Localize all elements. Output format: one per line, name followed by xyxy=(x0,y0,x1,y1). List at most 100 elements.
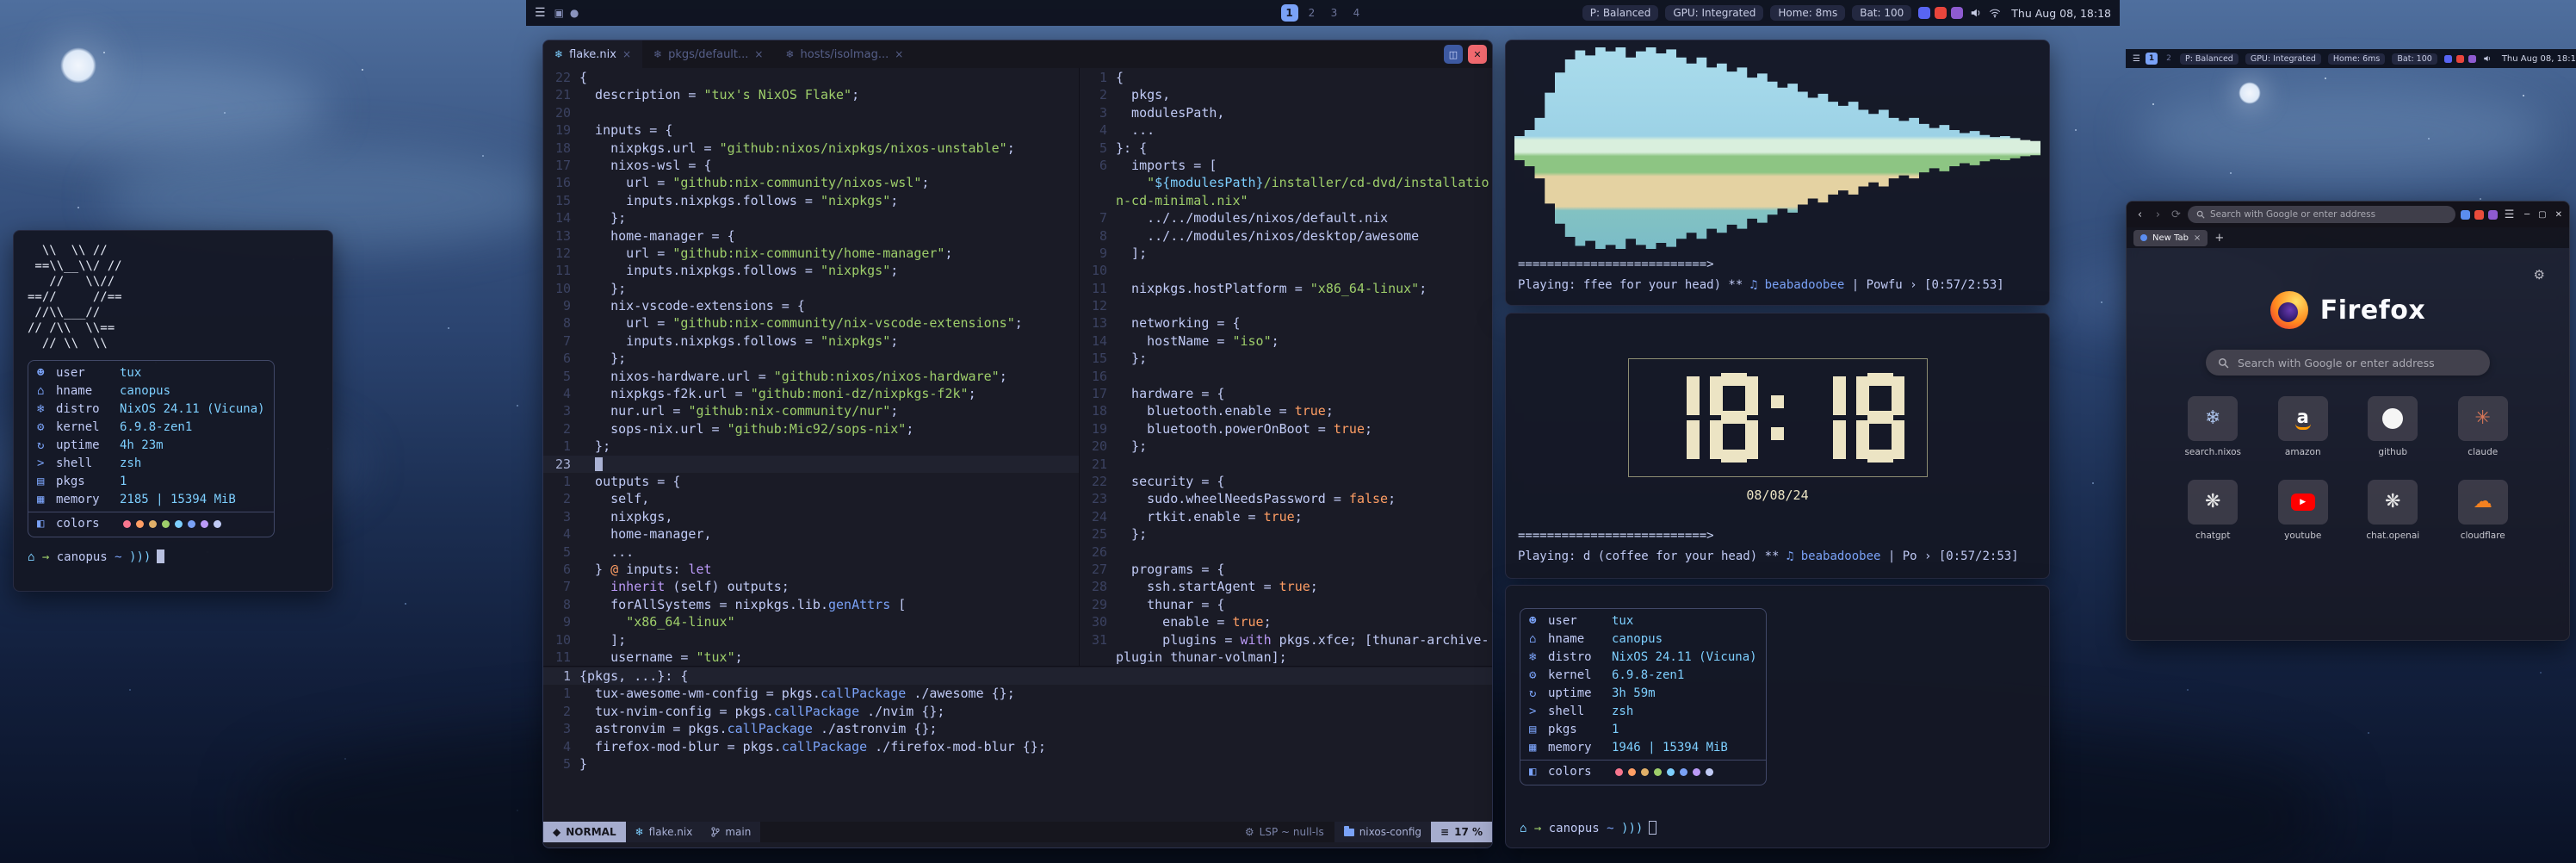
code-line: 6 imports = [ xyxy=(1080,157,1492,174)
extension-icon-2[interactable] xyxy=(2474,210,2484,220)
clock-date: 08/08/24 xyxy=(1506,487,2049,503)
line-number: 2 xyxy=(543,420,579,438)
fetch-row-memory: ▦memory2185 | 15394 MiB xyxy=(28,491,274,509)
cursor xyxy=(595,457,603,471)
clock-digit-8 xyxy=(1710,373,1758,463)
tab-new-tab[interactable]: New Tab × xyxy=(2133,230,2208,246)
palette-icon: ◧ xyxy=(37,515,56,533)
editor-pane-flake-nix[interactable]: 22{21 description = "tux's NixOS Flake";… xyxy=(543,68,1079,666)
fetch-value: zsh xyxy=(120,455,141,473)
shortcut-cloudflare[interactable]: ☁cloudflare xyxy=(2446,480,2521,541)
shortcut-claude[interactable]: ✳claude xyxy=(2446,396,2521,457)
pin-button[interactable]: ◫ xyxy=(1444,45,1463,64)
code-line: 23 sudo.wheelNeedsPassword = false; xyxy=(1080,490,1492,507)
editor-tab-pkgs/default...[interactable]: ❄pkgs/default...× xyxy=(642,40,774,68)
shortcut-github[interactable]: github xyxy=(2356,396,2430,457)
tag-4[interactable]: 4 xyxy=(1348,4,1365,22)
code-line: 1{ xyxy=(1080,69,1492,86)
line-number: 10 xyxy=(543,631,579,649)
menu-button[interactable]: ☰ xyxy=(2503,208,2516,221)
line-number: 25 xyxy=(1080,525,1116,543)
moon xyxy=(2239,82,2261,104)
tag-2[interactable]: 2 xyxy=(1303,4,1321,22)
reload-button[interactable]: ⟳ xyxy=(2170,208,2183,221)
tag-1[interactable]: 1 xyxy=(2146,53,2158,65)
tray-icon-2[interactable] xyxy=(1935,7,1947,19)
tray-icon-2[interactable] xyxy=(2456,55,2464,63)
tab-close-icon[interactable]: × xyxy=(754,48,763,60)
wifi-icon[interactable] xyxy=(1989,7,2001,19)
cwd: ~ xyxy=(108,550,129,564)
firefox-toolbar: ‹ › ⟳ Search with Google or enter addres… xyxy=(2127,202,2569,227)
url-bar[interactable]: Search with Google or enter address xyxy=(2188,206,2455,223)
settings-gear-icon[interactable]: ⚙ xyxy=(2534,267,2545,282)
line-number: 3 xyxy=(1080,104,1116,121)
close-button[interactable]: ✕ xyxy=(2555,210,2562,220)
tray-icon-3[interactable] xyxy=(2468,55,2476,63)
clock-colon xyxy=(1768,373,1787,463)
back-button[interactable]: ‹ xyxy=(2133,208,2146,221)
line-number: 7 xyxy=(543,578,579,595)
battery-status: Bat: 100 xyxy=(1852,5,1911,21)
code-line: 5}: { xyxy=(1080,140,1492,157)
bar-status: P: Balanced GPU: Integrated Home: 8ms Ba… xyxy=(1582,5,2111,21)
shell-prompt[interactable]: ⌂ → canopus ~ ))) xyxy=(28,549,319,564)
volume-icon[interactable] xyxy=(1970,7,1982,19)
line-number: 10 xyxy=(543,280,579,297)
color-dot xyxy=(1641,768,1649,776)
editor-pane-pkgs-default[interactable]: 1{pkgs, ...}: {1 tux-awesome-wm-config =… xyxy=(543,666,1492,822)
search-input[interactable]: Search with Google or enter address xyxy=(2206,350,2490,376)
shell-prompt[interactable]: ⌂ → canopus ~ ))) xyxy=(1520,821,1656,835)
hostname: canopus xyxy=(57,550,108,564)
shortcut-amazon[interactable]: aamazon xyxy=(2266,396,2341,457)
tab-close-icon[interactable]: × xyxy=(622,48,631,60)
clock-digit-1 xyxy=(1651,373,1700,463)
maximize-button[interactable]: ▢ xyxy=(2538,210,2546,220)
editor-pane-iso-image[interactable]: 1{2 pkgs,3 modulesPath,4 ...5}: {6 impor… xyxy=(1079,68,1492,666)
code-line: 3 modulesPath, xyxy=(1080,104,1492,121)
menu-icon[interactable]: ☰ xyxy=(535,6,546,20)
firefox-new-tab-page: ⚙ Firefox Search with Google or enter ad… xyxy=(2127,248,2569,641)
shortcut-chat.openai[interactable]: ❋chat.openai xyxy=(2356,480,2430,541)
minimize-button[interactable]: ─ xyxy=(2524,210,2530,220)
code-line: 17 hardware = { xyxy=(1080,385,1492,402)
tag-1[interactable]: 1 xyxy=(1281,4,1298,22)
editor-tab-hosts/isoImag...[interactable]: ❄hosts/isoImag...× xyxy=(774,40,914,68)
forward-button[interactable]: › xyxy=(2152,208,2164,221)
extension-icon-3[interactable] xyxy=(2488,210,2498,220)
scroll-percent: ≡17 % xyxy=(1431,822,1492,842)
cloud xyxy=(0,60,327,155)
line-number xyxy=(1080,649,1116,666)
app-icon-1[interactable]: ▣ xyxy=(554,7,564,19)
tray-icon-1[interactable] xyxy=(2444,55,2452,63)
color-dot xyxy=(175,520,183,528)
lsp-status: ⚙LSP ~ null-ls xyxy=(1235,826,1334,838)
user-icon: ☻ xyxy=(1529,612,1548,630)
window-close-button[interactable]: ✕ xyxy=(1468,45,1487,64)
shortcut-chatgpt[interactable]: ❋ chatgpt xyxy=(2176,480,2251,541)
code-line: 7 inputs.nixpkgs.follows = "nixpkgs"; xyxy=(543,332,1079,350)
menu-icon[interactable]: ☰ xyxy=(2133,54,2140,64)
shortcut-search.nixos[interactable]: ❄search.nixos xyxy=(2176,396,2251,457)
tab-close-icon[interactable]: × xyxy=(895,48,903,60)
workspace-tags: 1234 xyxy=(1281,4,1365,22)
chatgpt-logo: ❋ xyxy=(2188,480,2238,525)
editor-tab-flake.nix[interactable]: ❄flake.nix× xyxy=(543,40,642,68)
now-playing-text: Playing: ffee for your head) ** ♫ beabad… xyxy=(1518,278,2004,292)
fetch-row-uptime: ↻uptime4h 23m xyxy=(28,437,274,455)
music-visualizer-window: ==========================> Playing: ffe… xyxy=(1505,40,2050,306)
tray-icon-3[interactable] xyxy=(1951,7,1963,19)
code-line: 19 bluetooth.powerOnBoot = true; xyxy=(1080,420,1492,438)
app-icon-2[interactable]: ● xyxy=(570,7,579,19)
shortcut-label: chatgpt xyxy=(2195,531,2230,541)
tab-close-icon[interactable]: × xyxy=(2194,233,2201,243)
volume-icon[interactable] xyxy=(2483,54,2492,63)
shortcut-youtube[interactable]: ▶youtube xyxy=(2266,480,2341,541)
line-number: 21 xyxy=(1080,456,1116,473)
tag-2[interactable]: 2 xyxy=(2163,53,2175,65)
extension-icon-1[interactable] xyxy=(2461,210,2470,220)
new-tab-button[interactable]: + xyxy=(2214,232,2224,245)
tag-3[interactable]: 3 xyxy=(1326,4,1343,22)
line-number: 2 xyxy=(543,490,579,507)
tray-icon-1[interactable] xyxy=(1918,7,1930,19)
